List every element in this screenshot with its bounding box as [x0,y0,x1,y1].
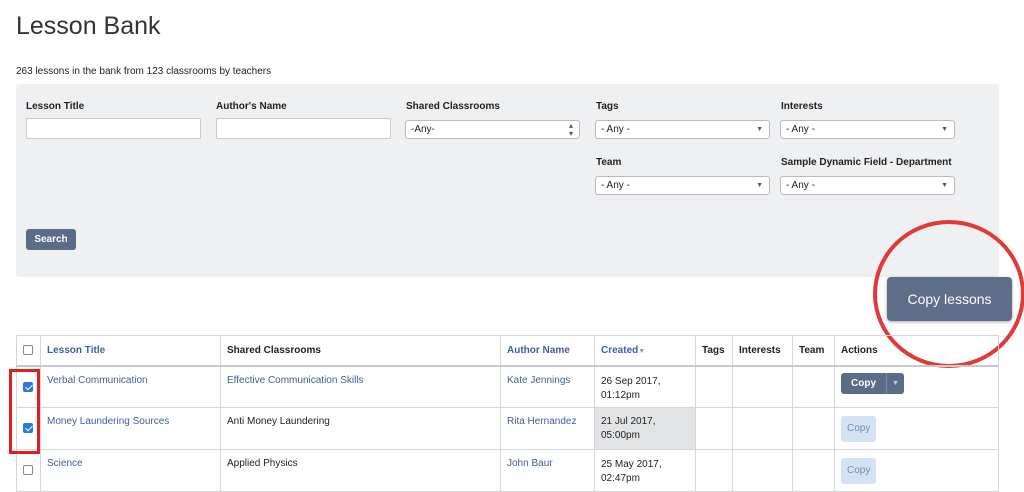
interests-value: - Any - [786,124,815,135]
col-actions: Actions [834,335,999,366]
table-row: Science Applied Physics John Baur 25 May… [16,449,999,492]
copy-lessons-button[interactable]: Copy lessons [887,277,1012,321]
tags-value: - Any - [601,124,630,135]
lesson-title-cell: Science [40,449,221,492]
team-cell [792,407,835,450]
lesson-title-cell: Verbal Communication [40,365,221,408]
select-all-cell [16,335,41,366]
tags-cell [695,407,733,450]
lesson-summary: 263 lessons in the bank from 123 classro… [16,66,272,77]
author-name-label: Author's Name [216,101,287,112]
actions-cell: Copy [834,449,999,492]
col-tags: Tags [695,335,733,366]
row-checkbox[interactable] [23,381,33,392]
search-button[interactable]: Search [26,229,76,250]
interests-cell [732,365,793,408]
interests-label: Interests [781,101,823,112]
caret-down-icon: ▼ [756,126,763,133]
author-link[interactable]: Rita Hernandez [507,416,576,427]
department-value: - Any - [786,180,815,191]
copy-button[interactable]: Copy [841,415,877,442]
col-shared-classrooms: Shared Classrooms [220,335,501,366]
classroom-cell: Effective Communication Skills [220,365,501,408]
row-select-cell [16,407,41,450]
lessons-table: Lesson Title Shared Classrooms Author Na… [16,335,999,492]
department-label: Sample Dynamic Field - Department [781,157,952,168]
row-checkbox[interactable] [23,465,33,476]
author-link[interactable]: Kate Jennings [507,375,570,386]
table-row: Money Laundering Sources Anti Money Laun… [16,407,999,450]
author-link[interactable]: John Baur [507,458,553,469]
created-cell: 21 Jul 2017, 05:00pm [594,407,696,450]
created-time: 01:12pm [601,389,640,401]
shared-classrooms-label: Shared Classrooms [406,101,500,112]
tags-cell [695,449,733,492]
updown-arrow-icon: ▴ ▾ [568,121,573,138]
caret-down-icon[interactable]: ▼ [886,372,904,394]
created-date: 25 May 2017, [601,459,662,470]
lesson-title-link[interactable]: Verbal Communication [47,375,148,386]
copy-button[interactable]: Copy [841,373,886,394]
created-cell: 26 Sep 2017, 01:12pm [594,365,696,408]
sort-down-icon: ▼ [638,347,646,355]
created-time: 05:00pm [601,429,640,441]
tags-cell [695,365,733,408]
caret-down-icon: ▼ [756,182,763,189]
table-header-row: Lesson Title Shared Classrooms Author Na… [16,335,999,366]
lesson-title-link[interactable]: Money Laundering Sources [47,416,169,427]
filter-panel: Lesson Title Author's Name Shared Classr… [16,84,999,277]
interests-cell [732,407,793,450]
col-author-name[interactable]: Author Name [500,335,595,366]
col-created-label: Created [601,344,639,356]
actions-cell: Copy ▼ [834,365,999,408]
author-cell: Rita Hernandez [500,407,595,450]
row-select-cell [16,365,41,408]
lesson-title-label: Lesson Title [26,101,85,112]
copy-split-button: Copy ▼ [841,372,904,394]
row-checkbox[interactable] [23,423,33,434]
col-interests: Interests [732,335,793,366]
row-select-cell [16,449,41,492]
select-all-checkbox[interactable] [23,345,33,356]
shared-classrooms-select[interactable]: -Any- ▴ ▾ [405,120,580,139]
author-cell: John Baur [500,449,595,492]
caret-down-icon: ▼ [941,126,948,133]
team-cell [792,449,835,492]
actions-cell: Copy [834,407,999,450]
col-created[interactable]: Created▼ [594,335,696,366]
table-row: Verbal Communication Effective Communica… [16,365,999,408]
classroom-cell: Anti Money Laundering [220,407,501,450]
col-lesson-title[interactable]: Lesson Title [40,335,221,366]
col-team: Team [792,335,835,366]
interests-cell [732,449,793,492]
team-cell [792,365,835,408]
classroom-cell: Applied Physics [220,449,501,492]
department-select[interactable]: - Any - ▼ [780,176,955,195]
author-name-input[interactable] [216,118,391,139]
team-select[interactable]: - Any - ▼ [595,176,770,195]
created-time: 02:47pm [601,473,640,484]
copy-button[interactable]: Copy [841,457,877,484]
created-cell: 25 May 2017, 02:47pm [594,449,696,492]
caret-down-icon: ▼ [941,182,948,189]
team-value: - Any - [601,180,630,191]
lesson-title-link[interactable]: Science [47,458,83,469]
shared-classrooms-value: -Any- [411,124,435,135]
author-cell: Kate Jennings [500,365,595,408]
tags-label: Tags [596,101,619,112]
page-title: Lesson Bank [16,12,161,40]
tags-select[interactable]: - Any - ▼ [595,120,770,139]
team-label: Team [596,157,622,168]
lesson-title-input[interactable] [26,118,201,139]
interests-select[interactable]: - Any - ▼ [780,120,955,139]
classroom-link[interactable]: Effective Communication Skills [227,375,364,386]
created-date: 21 Jul 2017, [601,415,656,427]
lesson-title-cell: Money Laundering Sources [40,407,221,450]
created-date: 26 Sep 2017, [601,375,661,387]
